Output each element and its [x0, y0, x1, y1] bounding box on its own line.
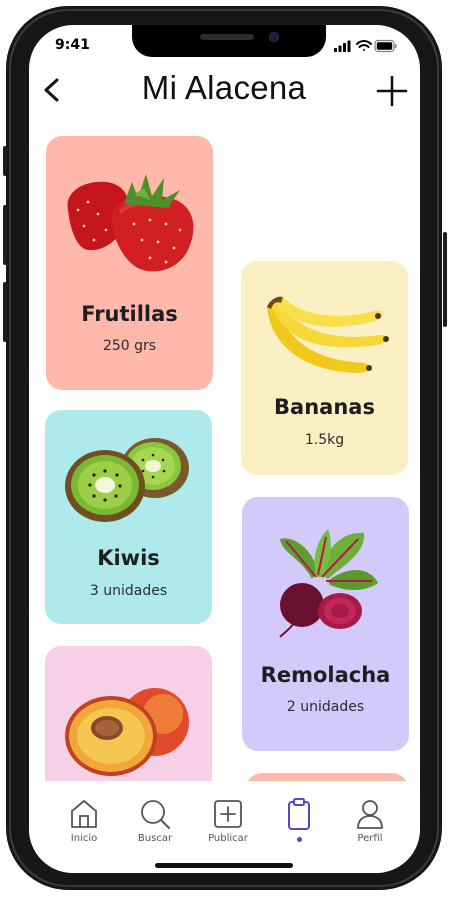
item-name: Remolacha [260, 663, 391, 687]
status-icons [334, 39, 397, 53]
kiwi-icon [65, 438, 189, 522]
plus-square-icon [214, 800, 242, 828]
item-name: Kiwis [97, 546, 160, 570]
tab-label: Publicar [208, 833, 248, 844]
pantry-card-partial[interactable] [246, 773, 408, 781]
front-camera [269, 32, 279, 42]
item-name: Bananas [274, 395, 375, 419]
tab-perfil[interactable]: Perfil [338, 797, 402, 844]
battery-icon [374, 39, 397, 53]
signal-icon [334, 40, 351, 52]
page-title: Mi Alacena [141, 69, 307, 106]
camera-notch [132, 25, 326, 57]
strawberry-icon [67, 174, 194, 272]
item-quantity: 1.5kg [304, 432, 345, 448]
item-name: Frutillas [81, 302, 178, 326]
pantry-card-peach[interactable] [45, 646, 212, 781]
pantry-card-bananas[interactable]: Bananas 1.5kg [241, 261, 408, 475]
item-quantity: 3 unidades [89, 583, 168, 599]
status-time: 9:41 [55, 37, 90, 53]
item-quantity: 2 unidades [286, 699, 365, 715]
tab-publicar[interactable]: Publicar [196, 797, 260, 844]
tab-label: Perfil [357, 833, 383, 844]
home-indicator [155, 863, 293, 868]
beet-icon [279, 529, 378, 638]
banana-icon [267, 296, 389, 373]
wifi-icon [356, 40, 372, 51]
tab-label: Inicio [70, 833, 98, 844]
pantry-card-kiwis[interactable]: Kiwis 3 unidades [45, 410, 212, 624]
plus-icon[interactable] [376, 75, 408, 107]
power-button [443, 232, 447, 327]
pantry-card-frutillas[interactable]: Frutillas 250 grs [46, 136, 213, 390]
tab-inicio[interactable]: Inicio [52, 797, 116, 844]
chevron-left-icon[interactable] [39, 75, 67, 105]
home-icon [71, 800, 97, 828]
tab-label: Buscar [137, 833, 173, 844]
tab-alacena[interactable] [267, 797, 331, 842]
clipboard-icon [288, 798, 310, 830]
tab-buscar[interactable]: Buscar [123, 797, 187, 844]
search-icon [141, 800, 170, 829]
speaker-grille [200, 34, 254, 40]
peach-icon [65, 688, 189, 776]
app-screen: Frutillas 250 grs Bananas 1.5kg Kiwis 3 … [29, 25, 420, 873]
item-quantity: 250 grs [102, 338, 157, 354]
tab-bar: Inicio Buscar Publicar Perfil [29, 781, 420, 873]
pantry-grid[interactable]: Frutillas 250 grs Bananas 1.5kg Kiwis 3 … [29, 25, 420, 781]
pantry-card-remolacha[interactable]: Remolacha 2 unidades [242, 497, 409, 751]
user-icon [357, 800, 383, 829]
active-tab-indicator [296, 837, 302, 842]
